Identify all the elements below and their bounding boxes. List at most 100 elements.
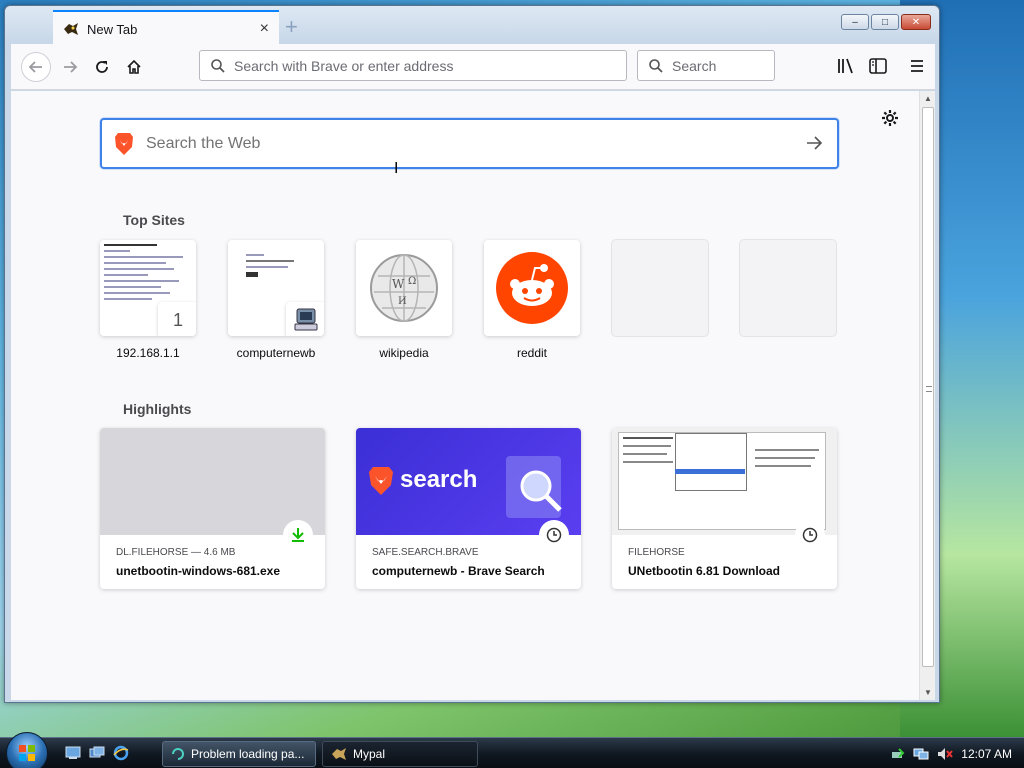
highlight-card[interactable]: FILEHORSE UNetbootin 6.81 Download	[612, 428, 837, 589]
highlight-card[interactable]: search SAFE.SEARCH.BRAVE computernewb - …	[356, 428, 581, 589]
highlight-title: UNetbootin 6.81 Download	[628, 564, 781, 578]
brave-lion-icon	[369, 467, 393, 495]
search-icon	[211, 58, 225, 73]
maximize-button[interactable]: □	[871, 14, 899, 30]
clock-icon	[795, 520, 825, 550]
scrollbar-thumb[interactable]	[922, 107, 934, 667]
top-site-tile[interactable]: computernewb	[228, 240, 324, 360]
submit-arrow-icon[interactable]	[805, 134, 823, 152]
address-bar[interactable]: Search with Brave or enter address	[199, 50, 627, 81]
new-tab-button[interactable]: +	[285, 14, 298, 40]
back-arrow-icon	[28, 61, 42, 73]
taskbar-button-label: Mypal	[353, 747, 386, 761]
settings-gear-icon[interactable]	[881, 109, 899, 127]
vertical-scrollbar[interactable]: ▲ ▼	[919, 91, 935, 700]
top-site-label: wikipedia	[379, 346, 429, 360]
scroll-up-arrow-icon[interactable]: ▲	[924, 94, 932, 103]
search-placeholder: Search	[672, 57, 717, 74]
highlight-image	[612, 428, 837, 535]
highlight-title: unetbootin-windows-681.exe	[116, 564, 281, 578]
highlight-image: search	[356, 428, 581, 535]
top-sites-title: Top Sites	[123, 212, 185, 228]
browser-window: New Tab × + – □ ✕ Search with Brave or e…	[4, 5, 940, 703]
mypal-app-icon	[331, 747, 347, 761]
site-badge: 1	[158, 302, 196, 336]
navigation-toolbar: Search with Brave or enter address Searc…	[11, 44, 935, 90]
site-thumbnail	[228, 240, 324, 336]
brave-search-wordmark: search	[400, 466, 478, 493]
taskbar-button-label: Problem loading pa...	[191, 747, 305, 761]
download-icon	[283, 520, 313, 550]
new-tab-page: Search the Web I Top Sites 1 192.168.1.1	[11, 91, 919, 700]
reload-icon	[96, 61, 108, 73]
forward-arrow-icon	[64, 61, 78, 73]
home-icon	[127, 59, 141, 74]
address-placeholder: Search with Brave or enter address	[234, 57, 454, 74]
search-bar[interactable]: Search	[637, 50, 775, 81]
highlights-title: Highlights	[123, 401, 192, 417]
web-search-placeholder: Search the Web	[146, 134, 261, 152]
clock[interactable]: 12:07 AM	[961, 747, 1012, 761]
site-thumbnail: W Ω И	[356, 240, 452, 336]
clock-icon	[539, 520, 569, 550]
top-site-label: reddit	[516, 346, 548, 360]
top-site-placeholder[interactable]	[740, 240, 836, 336]
highlight-title: computernewb - Brave Search	[372, 564, 545, 578]
top-site-tile[interactable]: 1 192.168.1.1	[100, 240, 196, 360]
back-button[interactable]	[21, 52, 51, 82]
highlight-source: FILEHORSE	[628, 547, 685, 558]
library-icon[interactable]	[837, 58, 855, 74]
wikipedia-globe-icon: W Ω И	[370, 254, 438, 322]
forward-button[interactable]	[55, 52, 85, 82]
svg-text:И: И	[398, 296, 407, 307]
scroll-down-arrow-icon[interactable]: ▼	[924, 688, 932, 697]
system-tray: 12:07 AM	[884, 738, 1024, 768]
page-preview	[246, 254, 306, 281]
taskbar: Problem loading pa... Mypal 12:07 AM	[0, 732, 1024, 768]
tab-title: New Tab	[87, 21, 138, 37]
start-button[interactable]	[6, 732, 48, 768]
sidebar-icon[interactable]	[869, 58, 887, 74]
top-site-label: computernewb	[236, 346, 316, 360]
highlight-source: DL.FILEHORSE — 4.6 MB	[116, 547, 236, 558]
reload-button[interactable]	[87, 52, 117, 82]
mypal-app-icon	[171, 747, 185, 761]
menu-icon[interactable]	[909, 58, 925, 74]
volume-muted-icon[interactable]	[937, 747, 954, 761]
internet-explorer-icon[interactable]	[112, 744, 130, 762]
top-site-label: 192.168.1.1	[116, 346, 180, 360]
highlight-image	[100, 428, 325, 535]
site-thumbnail	[484, 240, 580, 336]
search-icon	[649, 58, 663, 73]
close-window-button[interactable]: ✕	[901, 14, 931, 30]
windows-logo-icon	[19, 745, 35, 761]
site-thumbnail: 1	[100, 240, 196, 336]
network-icon[interactable]	[913, 747, 929, 761]
switch-windows-icon[interactable]	[88, 744, 106, 762]
home-button[interactable]	[119, 52, 149, 82]
empty-tile	[740, 240, 836, 336]
highlight-source: SAFE.SEARCH.BRAVE	[372, 547, 479, 558]
tab-new-tab[interactable]: New Tab ×	[53, 10, 279, 46]
top-site-tile[interactable]: W Ω И wikipedia	[356, 240, 452, 360]
safely-remove-hardware-icon[interactable]	[891, 747, 905, 761]
web-search-input[interactable]: Search the Web I	[100, 118, 839, 177]
top-site-tile[interactable]: reddit	[484, 240, 580, 360]
brave-lion-icon	[115, 132, 133, 155]
computer-icon	[286, 302, 324, 336]
minimize-button[interactable]: –	[841, 14, 869, 30]
svg-text:W: W	[392, 277, 405, 291]
taskbar-button-mypal[interactable]: Mypal	[322, 741, 478, 767]
taskbar-button-problem-loading[interactable]: Problem loading pa...	[162, 741, 316, 767]
text-cursor-icon: I	[394, 160, 399, 177]
magnifier-icon	[520, 470, 562, 512]
empty-tile	[612, 240, 708, 336]
top-site-placeholder[interactable]	[612, 240, 708, 336]
show-desktop-icon[interactable]	[64, 744, 82, 762]
reddit-logo-icon	[496, 252, 568, 324]
highlight-card[interactable]: DL.FILEHORSE — 4.6 MB unetbootin-windows…	[100, 428, 325, 589]
svg-text:Ω: Ω	[408, 276, 416, 287]
page-preview	[618, 432, 826, 530]
page-preview	[104, 244, 192, 304]
tab-close-icon[interactable]: ×	[260, 20, 269, 38]
